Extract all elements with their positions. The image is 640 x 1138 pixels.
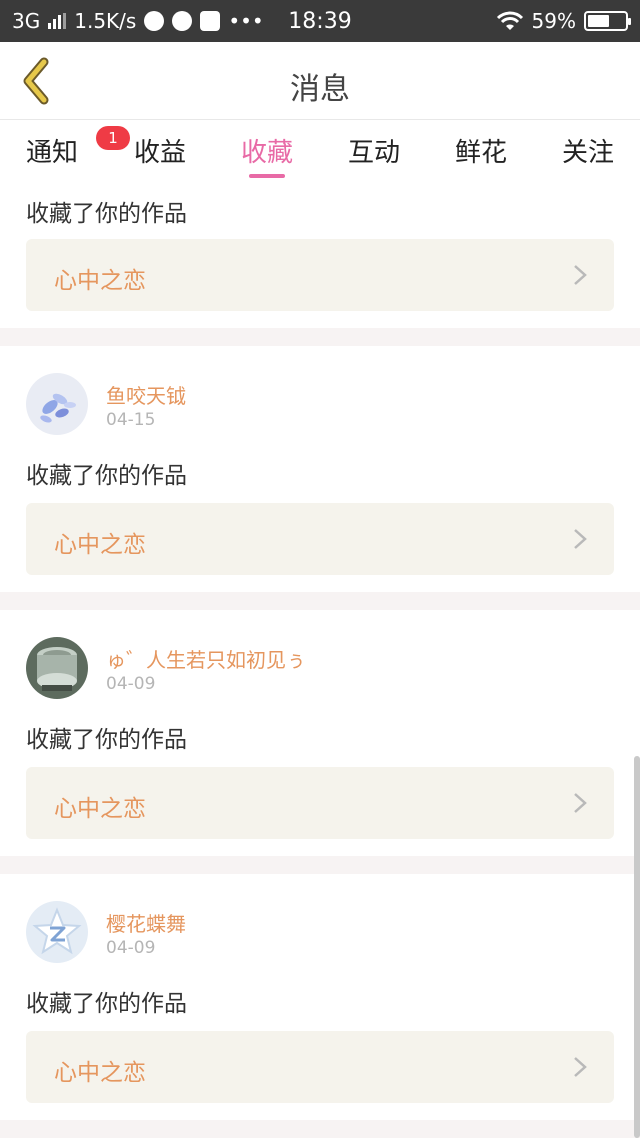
glass-avatar-icon bbox=[26, 637, 88, 699]
username[interactable]: 樱花蝶舞 bbox=[106, 908, 186, 937]
page-title: 消息 bbox=[290, 72, 350, 107]
tab-notifications[interactable]: 通知 1 bbox=[26, 126, 130, 169]
battery-fill bbox=[588, 15, 610, 27]
qq-star-avatar-icon bbox=[26, 901, 88, 963]
tab-flowers[interactable]: 鲜花 bbox=[455, 132, 507, 169]
battery-icon bbox=[584, 11, 631, 31]
list-item: 收藏了你的作品 心中之恋 bbox=[0, 182, 640, 328]
flower-avatar-icon bbox=[26, 373, 88, 435]
avatar[interactable] bbox=[26, 373, 88, 435]
chevron-right-icon bbox=[574, 1057, 587, 1077]
work-link[interactable]: 心中之恋 bbox=[26, 503, 614, 575]
scrollbar[interactable] bbox=[634, 756, 640, 1138]
tab-label: 互动 bbox=[348, 138, 401, 168]
username[interactable]: ゅ゛人生若只如初见ぅ bbox=[106, 644, 306, 673]
active-tab-indicator bbox=[249, 174, 286, 178]
list-item: 鱼咬天钺 04-15 收藏了你的作品 心中之恋 bbox=[0, 346, 640, 592]
work-title: 心中之恋 bbox=[54, 268, 146, 294]
chevron-right-icon bbox=[574, 793, 587, 813]
work-title: 心中之恋 bbox=[54, 532, 146, 558]
battery-percent: 59% bbox=[531, 9, 576, 33]
tab-interactions[interactable]: 互动 bbox=[348, 132, 400, 169]
status-right: 59% bbox=[496, 9, 631, 33]
avatar[interactable] bbox=[26, 637, 88, 699]
chevron-right-icon bbox=[574, 529, 587, 549]
tab-label: 鲜花 bbox=[455, 138, 508, 168]
activity-text: 收藏了你的作品 bbox=[26, 991, 187, 1017]
activity-text: 收藏了你的作品 bbox=[26, 201, 187, 227]
list-item: ゅ゛人生若只如初见ぅ 04-09 收藏了你的作品 心中之恋 bbox=[0, 610, 640, 856]
work-link[interactable]: 心中之恋 bbox=[26, 239, 614, 311]
work-link[interactable]: 心中之恋 bbox=[26, 767, 614, 839]
list-item: 樱花蝶舞 04-09 收藏了你的作品 心中之恋 bbox=[0, 874, 640, 1120]
wifi-icon bbox=[496, 11, 523, 30]
tab-label: 通知 bbox=[26, 138, 79, 168]
tab-earnings[interactable]: 收益 bbox=[134, 132, 186, 169]
activity-text: 收藏了你的作品 bbox=[26, 463, 187, 489]
date: 04-09 bbox=[106, 938, 156, 958]
date: 04-09 bbox=[106, 674, 156, 694]
date: 04-15 bbox=[106, 410, 156, 430]
work-title: 心中之恋 bbox=[54, 1060, 146, 1086]
tab-label: 关注 bbox=[562, 138, 615, 168]
work-link[interactable]: 心中之恋 bbox=[26, 1031, 614, 1103]
status-bar: 3G 1.5K/s ••• 18:39 59% bbox=[0, 0, 640, 42]
activity-text: 收藏了你的作品 bbox=[26, 727, 187, 753]
tab-label: 收藏 bbox=[241, 138, 294, 168]
chevron-right-icon bbox=[574, 265, 587, 285]
work-title: 心中之恋 bbox=[54, 796, 146, 822]
username[interactable]: 鱼咬天钺 bbox=[106, 380, 186, 409]
tab-label: 收益 bbox=[134, 138, 187, 168]
avatar[interactable] bbox=[26, 901, 88, 963]
tab-following[interactable]: 关注 bbox=[562, 132, 614, 169]
nav-header: 消息 bbox=[0, 42, 640, 120]
tab-bar: 通知 1 收益 收藏 互动 鲜花 关注 bbox=[0, 120, 640, 182]
unread-badge: 1 bbox=[96, 126, 130, 150]
tab-favorites[interactable]: 收藏 bbox=[241, 132, 294, 178]
